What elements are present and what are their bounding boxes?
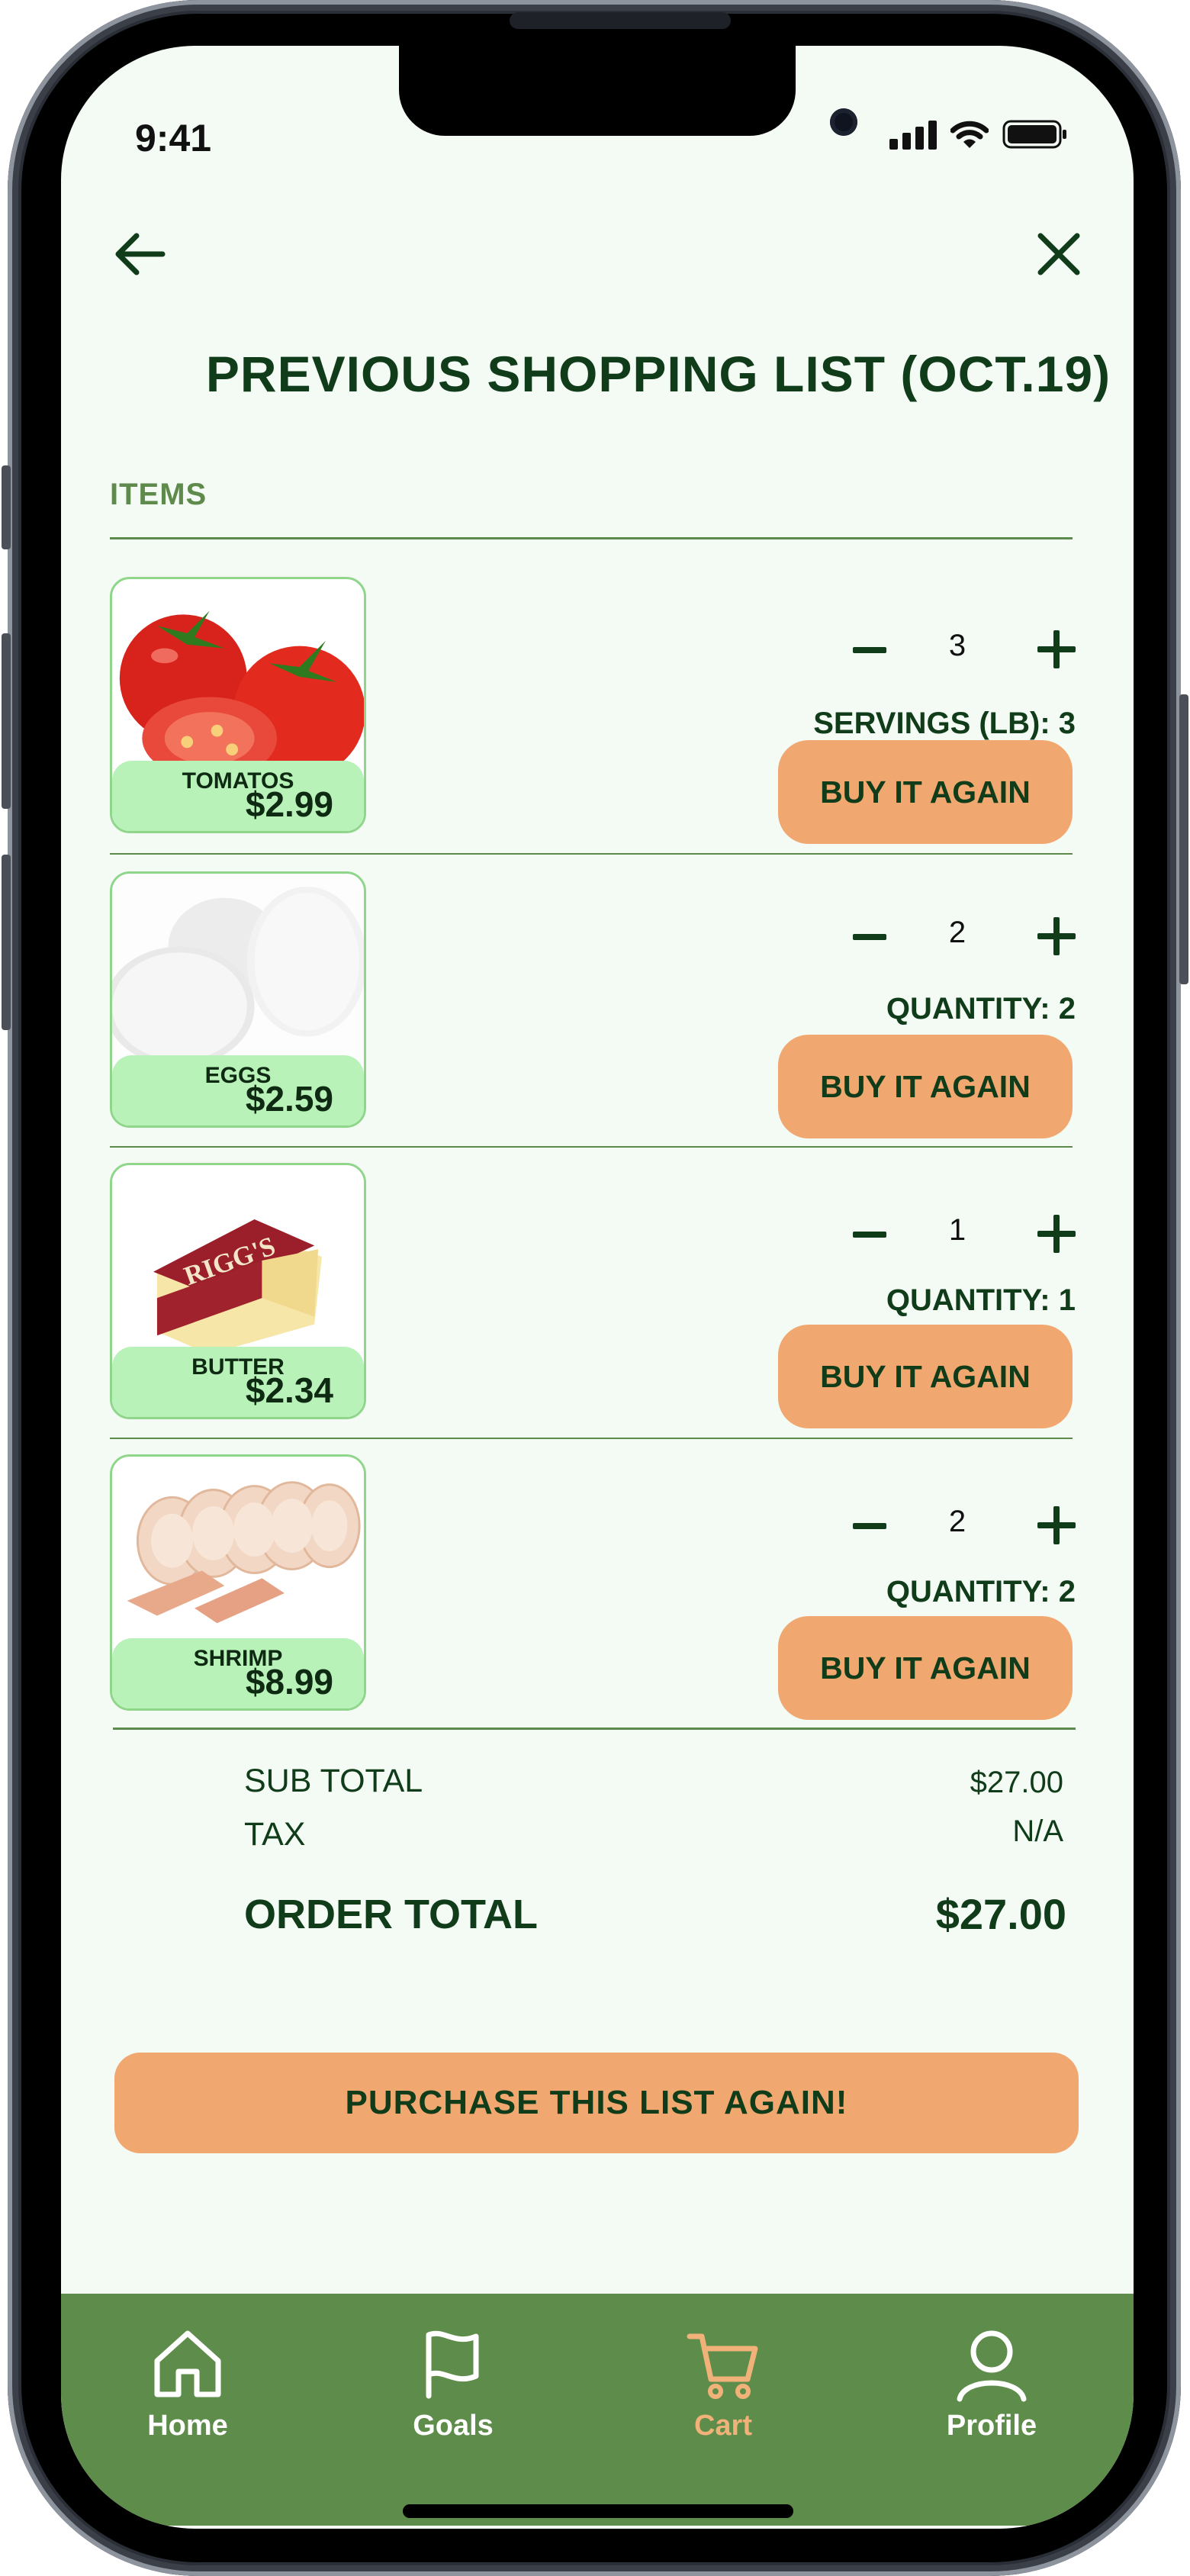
home-icon [154,2330,221,2397]
quantity-stepper: 2 [847,910,1076,963]
volume-down-button [2,855,11,1030]
increment-button[interactable] [1037,917,1076,955]
purchase-list-again-button[interactable]: PURCHASE THIS LIST AGAIN! [114,2053,1079,2153]
thumbnail-label: SHRIMP $8.99 [112,1638,364,1708]
item-price: $8.99 [245,1662,333,1702]
items-divider [110,537,1073,539]
decrement-button[interactable] [853,934,886,940]
back-arrow-icon [115,233,166,275]
item-count: 1 [948,1213,966,1247]
front-camera [830,108,857,136]
item-divider [110,1438,1073,1439]
item-quantity-label: SERVINGS (LB): 3 [813,707,1076,740]
item-quantity-label: QUANTITY: 2 [886,992,1076,1026]
items-bottom-divider [113,1728,1076,1730]
tab-label: Goals [413,2410,494,2442]
status-icons [889,119,1068,150]
item-count: 3 [948,629,966,662]
tab-label: Cart [693,2410,753,2442]
tax-value: N/A [1012,1814,1063,1848]
item-thumbnail-butter[interactable]: RIGG'S BUTTER $2.34 [110,1163,366,1419]
item-thumbnail-shrimp[interactable]: SHRIMP $8.99 [110,1454,366,1711]
tab-cart[interactable]: Cart [639,2294,807,2446]
buy-again-button[interactable]: BUY IT AGAIN [778,1035,1073,1138]
cart-icon [687,2333,758,2399]
item-price: $2.59 [245,1079,333,1119]
bottom-tab-bar: Home Goals Cart Profile [61,2294,1134,2526]
power-button [1179,694,1188,984]
status-time: 9:41 [135,117,212,159]
eggs-image [112,875,364,1064]
subtotal-label: SUB TOTAL [244,1763,423,1799]
buy-again-button[interactable]: BUY IT AGAIN [778,740,1073,844]
page-title: PREVIOUS SHOPPING LIST (OCT.19) [205,346,1111,402]
decrement-button[interactable] [853,1523,886,1529]
item-price: $2.99 [245,784,333,824]
tax-label: TAX [244,1816,306,1853]
item-price: $2.34 [245,1370,333,1410]
butter-image: RIGG'S [112,1167,364,1354]
buy-again-button[interactable]: BUY IT AGAIN [778,1325,1073,1428]
item-quantity-label: QUANTITY: 1 [886,1283,1076,1317]
items-section-label: ITEMS [110,478,207,511]
order-total-value: $27.00 [935,1890,1066,1938]
thumbnail-label: TOMATOS $2.99 [112,761,364,831]
increment-button[interactable] [1037,1506,1076,1544]
home-indicator[interactable] [403,2504,793,2518]
decrement-button[interactable] [853,1232,886,1238]
mute-switch [2,465,11,549]
tab-profile[interactable]: Profile [908,2294,1076,2446]
thumbnail-label: EGGS $2.59 [112,1055,364,1125]
decrement-button[interactable] [853,647,886,653]
thumbnail-label: BUTTER $2.34 [112,1347,364,1417]
shrimp-image [112,1458,364,1646]
tomato-image [119,610,364,770]
item-count: 2 [948,1505,966,1538]
earpiece-speaker [510,12,731,29]
volume-up-button [2,633,11,809]
item-quantity-label: QUANTITY: 2 [886,1575,1076,1608]
increment-button[interactable] [1037,630,1076,668]
tab-label: Profile [946,2410,1037,2442]
quantity-stepper: 2 [847,1499,1076,1552]
tab-home[interactable]: Home [104,2294,272,2446]
close-icon [1037,233,1080,275]
tab-label: Home [147,2410,228,2442]
app-screen: 9:41 PREVIOUS SHOPPING LIST (OCT.19) ITE… [61,46,1134,2529]
quantity-stepper: 3 [847,623,1076,676]
close-button[interactable] [1028,224,1089,285]
increment-button[interactable] [1037,1215,1076,1253]
flag-icon [426,2330,479,2399]
item-divider [110,853,1073,855]
item-count: 2 [948,916,966,949]
item-thumbnail-eggs[interactable]: EGGS $2.59 [110,871,366,1128]
notch [399,46,857,136]
order-total-label: ORDER TOTAL [244,1892,538,1937]
item-divider [110,1146,1073,1148]
item-thumbnail-tomatos[interactable]: TOMATOS $2.99 [110,577,366,833]
wifi-icon [950,121,989,148]
back-button[interactable] [110,224,171,285]
subtotal-value: $27.00 [970,1766,1063,1799]
cellular-signal-icon [889,121,937,150]
battery-icon [1002,120,1066,149]
profile-icon [957,2330,1027,2402]
tab-goals[interactable]: Goals [369,2294,537,2446]
quantity-stepper: 1 [847,1207,1076,1261]
buy-again-button[interactable]: BUY IT AGAIN [778,1616,1073,1720]
